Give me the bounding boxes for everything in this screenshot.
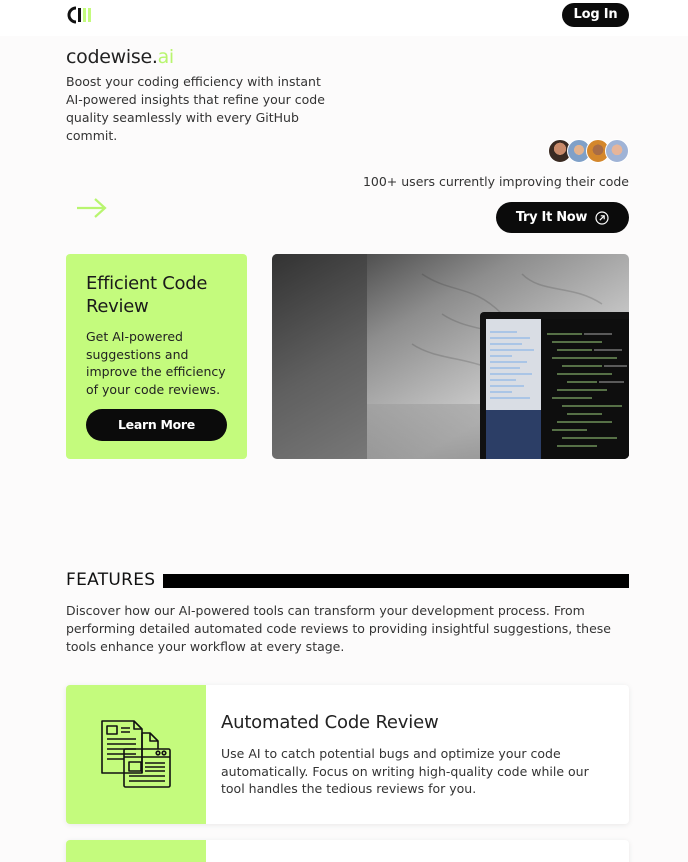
users-count-text: 100+ users currently improving their cod… xyxy=(362,174,629,189)
brand-accent: ai xyxy=(157,46,175,68)
try-it-now-label: Try It Now xyxy=(515,210,588,225)
user-avatars xyxy=(548,139,630,165)
feature-icon-background xyxy=(66,840,206,862)
promo-card: Efficient Code Review Get AI-powered sug… xyxy=(66,254,247,459)
learn-more-button[interactable]: Learn More xyxy=(86,409,227,441)
feature-card-automated-code-review[interactable]: Automated Code Review Use AI to catch po… xyxy=(66,685,629,824)
codewise-logo-icon[interactable] xyxy=(66,6,92,24)
laptop-code-image xyxy=(272,254,629,459)
brand-name: codewise.ai xyxy=(66,46,174,68)
features-title: FEATURES xyxy=(66,570,156,590)
feature-description: Use AI to catch potential bugs and optim… xyxy=(221,746,589,796)
try-it-now-button[interactable]: Try It Now xyxy=(496,202,629,233)
feature-icon-background xyxy=(66,685,206,824)
arrow-up-right-circle-icon xyxy=(595,210,609,225)
brand-main: codewise. xyxy=(66,46,158,68)
hero-description: Boost your coding efficiency with instan… xyxy=(66,74,325,143)
avatar xyxy=(605,139,629,163)
features-divider xyxy=(163,574,629,588)
features-description: Discover how our AI-powered tools can tr… xyxy=(66,603,611,654)
documents-icon xyxy=(101,720,171,788)
promo-title: Efficient Code Review xyxy=(86,273,208,317)
feature-card-next[interactable] xyxy=(66,840,629,862)
arrow-right-icon xyxy=(77,198,107,218)
feature-title: Automated Code Review xyxy=(221,712,439,733)
login-button[interactable]: Log In xyxy=(562,3,629,27)
promo-description: Get AI-powered suggestions and improve t… xyxy=(86,329,226,397)
